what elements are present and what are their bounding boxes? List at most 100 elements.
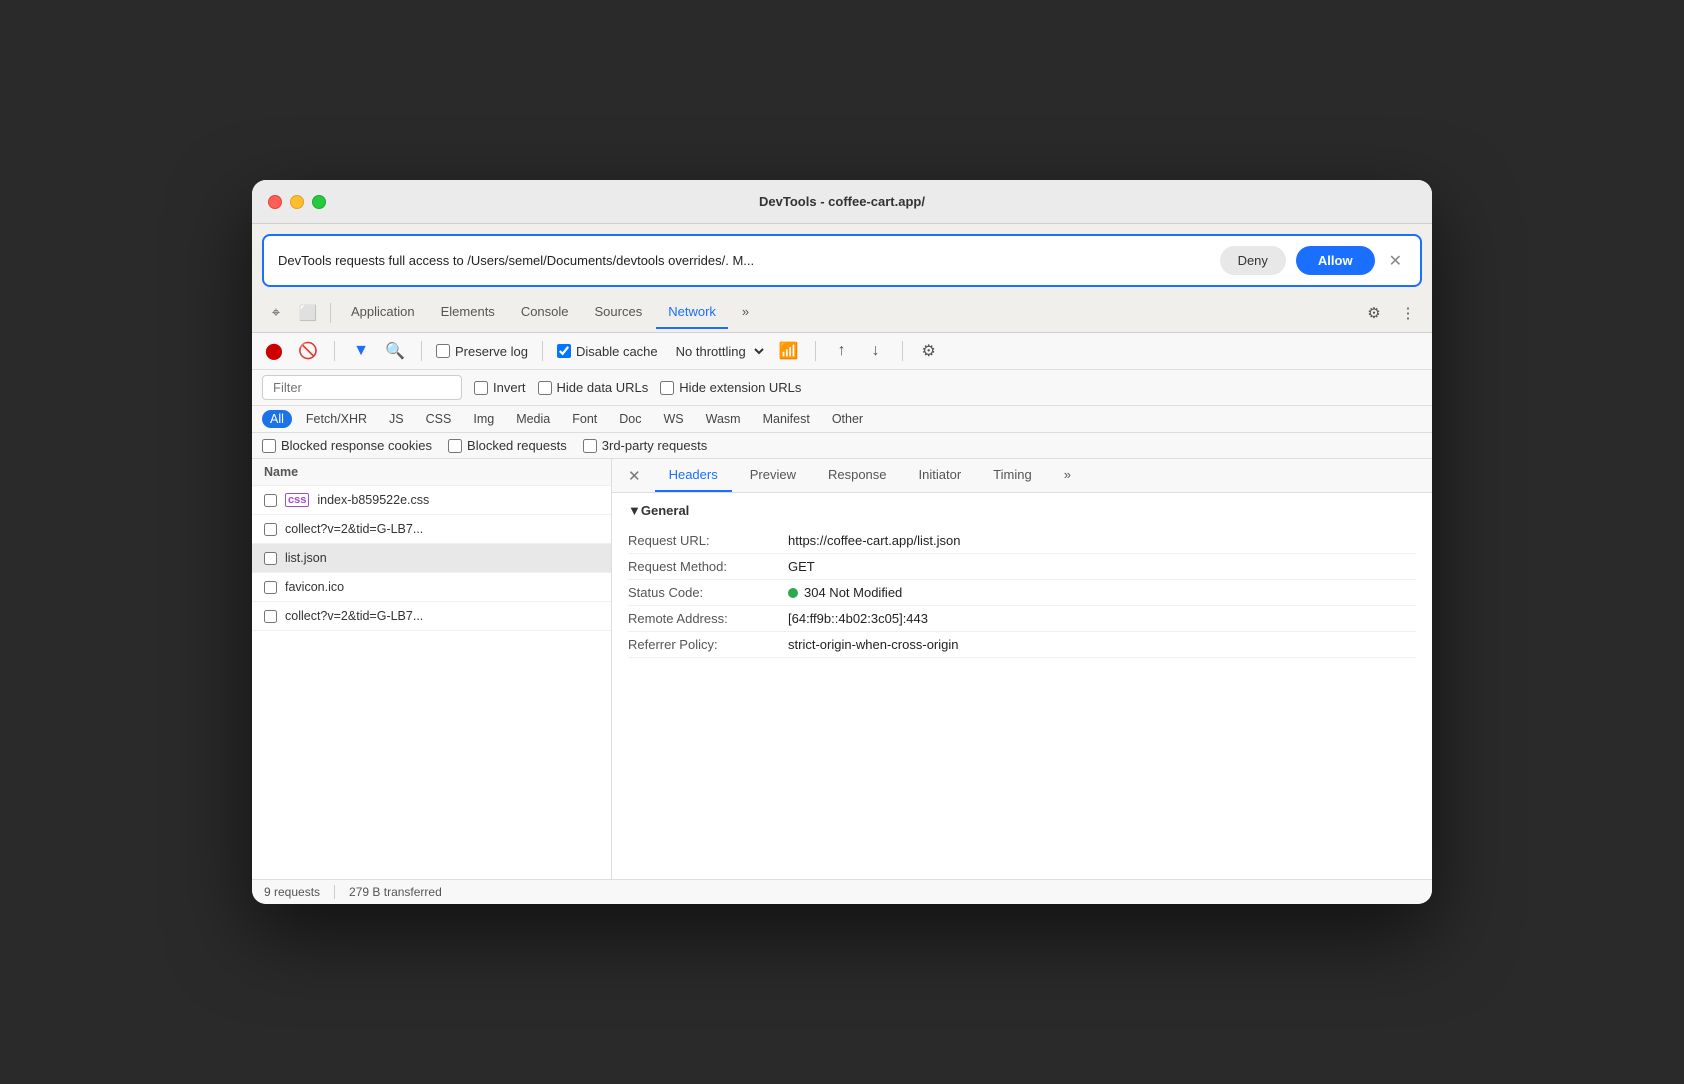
blocked-response-cookies-label[interactable]: Blocked response cookies — [262, 438, 432, 453]
details-panel: ✕ Headers Preview Response Initiator Tim… — [612, 459, 1432, 879]
type-all[interactable]: All — [262, 410, 292, 428]
detail-val-method: GET — [788, 559, 815, 574]
status-bar: 9 requests 279 B transferred — [252, 879, 1432, 904]
blocked-response-cookies-checkbox[interactable] — [262, 439, 276, 453]
wifi-icon[interactable]: 📶 — [777, 339, 801, 363]
details-tab-preview[interactable]: Preview — [736, 459, 810, 492]
disable-cache-label[interactable]: Disable cache — [557, 344, 658, 359]
devtools-window: DevTools - coffee-cart.app/ DevTools req… — [252, 180, 1432, 904]
traffic-lights — [268, 195, 326, 209]
type-ws[interactable]: WS — [655, 410, 691, 428]
banner-close-button[interactable]: ✕ — [1385, 249, 1406, 273]
close-button[interactable] — [268, 195, 282, 209]
type-css[interactable]: CSS — [418, 410, 460, 428]
type-fetch-xhr[interactable]: Fetch/XHR — [298, 410, 375, 428]
banner-text: DevTools requests full access to /Users/… — [278, 253, 1210, 268]
search-icon[interactable]: 🔍 — [383, 339, 407, 363]
details-content: ▼General Request URL: https://coffee-car… — [612, 493, 1432, 879]
tab-network[interactable]: Network — [656, 296, 728, 329]
hide-data-urls-label[interactable]: Hide data URLs — [538, 380, 649, 395]
minimize-button[interactable] — [290, 195, 304, 209]
stop-recording-button[interactable]: ⬤ — [262, 339, 286, 363]
file-item[interactable]: collect?v=2&tid=G-LB7... — [252, 602, 611, 631]
status-dot — [788, 588, 798, 598]
hide-extension-urls-checkbox[interactable] — [660, 381, 674, 395]
blocked-requests-checkbox[interactable] — [448, 439, 462, 453]
file-name-0: index-b859522e.css — [317, 493, 429, 507]
clear-button[interactable]: 🚫 — [296, 339, 320, 363]
css-icon: css — [285, 493, 309, 507]
status-divider — [334, 885, 335, 899]
tab-console[interactable]: Console — [509, 296, 581, 329]
file-checkbox-4[interactable] — [264, 610, 277, 623]
toolbar-right: ⚙ ⋮ — [1360, 299, 1422, 327]
device-icon[interactable]: ⬜ — [294, 299, 322, 327]
invert-label[interactable]: Invert — [474, 380, 526, 395]
maximize-button[interactable] — [312, 195, 326, 209]
tab-elements[interactable]: Elements — [429, 296, 507, 329]
toolbar-divider5 — [815, 341, 816, 361]
type-wasm[interactable]: Wasm — [698, 410, 749, 428]
file-item[interactable]: css index-b859522e.css — [252, 486, 611, 515]
file-list-header: Name — [252, 459, 611, 486]
detail-val-referrer: strict-origin-when-cross-origin — [788, 637, 959, 652]
hide-extension-urls-label[interactable]: Hide extension URLs — [660, 380, 801, 395]
settings-icon[interactable]: ⚙ — [1360, 299, 1388, 327]
throttle-select[interactable]: No throttling Fast 3G Slow 3G — [668, 341, 767, 362]
tab-more[interactable]: » — [730, 296, 761, 329]
type-manifest[interactable]: Manifest — [755, 410, 818, 428]
file-item[interactable]: collect?v=2&tid=G-LB7... — [252, 515, 611, 544]
type-media[interactable]: Media — [508, 410, 558, 428]
file-item[interactable]: favicon.ico — [252, 573, 611, 602]
type-font[interactable]: Font — [564, 410, 605, 428]
file-name-4: collect?v=2&tid=G-LB7... — [285, 609, 423, 623]
detail-key-referrer: Referrer Policy: — [628, 637, 788, 652]
toolbar-divider4 — [542, 341, 543, 361]
hide-data-urls-checkbox[interactable] — [538, 381, 552, 395]
file-item-selected[interactable]: list.json — [252, 544, 611, 573]
general-section-title: ▼General — [628, 503, 1416, 518]
invert-checkbox[interactable] — [474, 381, 488, 395]
type-other[interactable]: Other — [824, 410, 871, 428]
file-checkbox-3[interactable] — [264, 581, 277, 594]
download-icon[interactable]: ↓ — [864, 339, 888, 363]
disable-cache-text: Disable cache — [576, 344, 658, 359]
hide-extension-urls-text: Hide extension URLs — [679, 380, 801, 395]
details-tab-response[interactable]: Response — [814, 459, 901, 492]
invert-text: Invert — [493, 380, 526, 395]
upload-icon[interactable]: ↑ — [830, 339, 854, 363]
details-tab-initiator[interactable]: Initiator — [905, 459, 976, 492]
filter-icon[interactable]: ▼ — [349, 339, 373, 363]
more-icon[interactable]: ⋮ — [1394, 299, 1422, 327]
disable-cache-checkbox[interactable] — [557, 344, 571, 358]
requests-count: 9 requests — [264, 885, 320, 899]
third-party-requests-checkbox[interactable] — [583, 439, 597, 453]
type-js[interactable]: JS — [381, 410, 412, 428]
file-name-3: favicon.ico — [285, 580, 344, 594]
toolbar-divider — [330, 303, 331, 323]
allow-button[interactable]: Allow — [1296, 246, 1375, 275]
file-checkbox-0[interactable] — [264, 494, 277, 507]
type-doc[interactable]: Doc — [611, 410, 649, 428]
details-tab-timing[interactable]: Timing — [979, 459, 1046, 492]
file-name-1: collect?v=2&tid=G-LB7... — [285, 522, 423, 536]
details-tab-headers[interactable]: Headers — [655, 459, 732, 492]
network-settings-icon[interactable]: ⚙ — [917, 339, 941, 363]
preserve-log-label[interactable]: Preserve log — [436, 344, 528, 359]
tab-sources[interactable]: Sources — [583, 296, 655, 329]
third-party-requests-label[interactable]: 3rd-party requests — [583, 438, 708, 453]
cursor-icon[interactable]: ⌖ — [262, 299, 290, 327]
details-tabs: ✕ Headers Preview Response Initiator Tim… — [612, 459, 1432, 493]
blocked-requests-label[interactable]: Blocked requests — [448, 438, 567, 453]
type-img[interactable]: Img — [465, 410, 502, 428]
preserve-log-checkbox[interactable] — [436, 344, 450, 358]
filter-input[interactable] — [262, 375, 462, 400]
detail-row-url: Request URL: https://coffee-cart.app/lis… — [628, 528, 1416, 554]
file-checkbox-1[interactable] — [264, 523, 277, 536]
filter-row: Invert Hide data URLs Hide extension URL… — [252, 370, 1432, 406]
deny-button[interactable]: Deny — [1220, 246, 1286, 275]
details-close-button[interactable]: ✕ — [622, 463, 647, 489]
tab-application[interactable]: Application — [339, 296, 427, 329]
file-checkbox-2[interactable] — [264, 552, 277, 565]
details-tab-more[interactable]: » — [1050, 459, 1085, 492]
